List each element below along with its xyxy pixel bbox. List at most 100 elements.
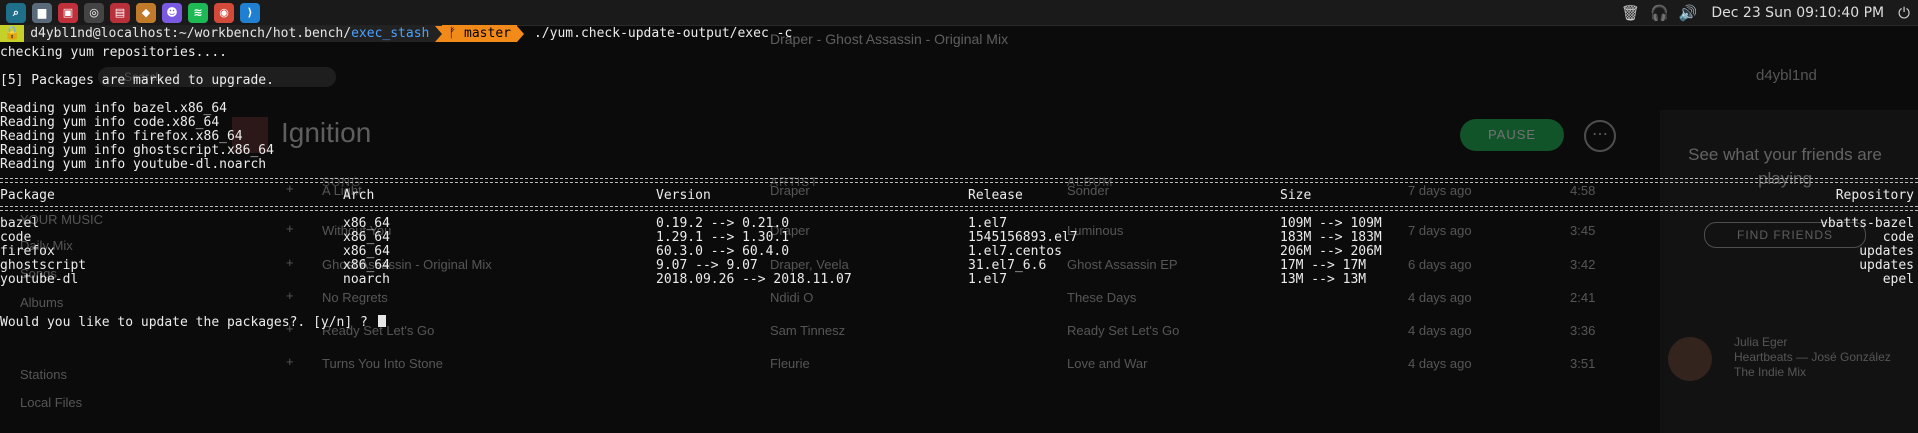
- track-date: 4 days ago: [1408, 323, 1472, 338]
- cell-package: firefox: [0, 244, 55, 259]
- sidebar-item-local-files[interactable]: Local Files: [20, 395, 82, 410]
- cell-arch: x86_64: [343, 258, 390, 273]
- background-music-app: Draper - Ghost Assassin - Original Mix S…: [0, 25, 1918, 433]
- prompt-separator: [435, 25, 443, 42]
- track-artist: Ndidi O: [770, 290, 814, 305]
- pause-button[interactable]: PAUSE: [1460, 119, 1564, 151]
- track-song: No Regrets: [322, 290, 388, 305]
- output-line: Reading yum info bazel.x86_64: [0, 101, 227, 116]
- cell-size: 109M --> 109M: [1280, 216, 1382, 231]
- friend-avatar: [1668, 337, 1712, 381]
- branch-name: master: [464, 26, 511, 41]
- header-release: Release: [968, 188, 1023, 203]
- cell-package: code: [0, 230, 32, 245]
- track-album: Ghost Assassin EP: [1067, 257, 1178, 272]
- output-line: Reading yum info youtube-dl.noarch: [0, 157, 267, 172]
- add-track-icon[interactable]: +: [286, 255, 294, 270]
- cell-version: 0.19.2 --> 0.21.0: [656, 216, 790, 231]
- cell-release: 1.el7: [968, 216, 1008, 231]
- track-row[interactable]: Without You Draper Luminous 7 days ago 3:45 +: [0, 213, 1650, 246]
- prompt-path: d4ybl1nd@localhost:~/workbench/hot.bench…: [24, 25, 436, 42]
- cell-repository: updates: [1859, 244, 1914, 259]
- cell-repository: updates: [1859, 258, 1914, 273]
- friend-track: Heartbeats — José González: [1734, 350, 1891, 364]
- text-cursor: [377, 315, 386, 327]
- taskbar-app-icons: ⌕ ▆ ▣ ◎ ▤ ◆ ☻ ≋ ◉ ⟩: [0, 2, 260, 23]
- volume-icon[interactable]: 🔊: [1679, 4, 1698, 22]
- cell-package: bazel: [0, 216, 40, 231]
- question-text: Would you like to update the packages?. …: [0, 315, 368, 330]
- files-icon[interactable]: ▆: [32, 2, 52, 23]
- track-time: 3:51: [1570, 356, 1596, 371]
- krunner-icon[interactable]: ⌕: [6, 2, 26, 23]
- track-date: 4 days ago: [1408, 356, 1472, 371]
- track-album: Love and War: [1067, 356, 1148, 371]
- output-line: Reading yum info code.x86_64: [0, 115, 220, 130]
- add-track-icon[interactable]: +: [286, 354, 294, 369]
- output-line: checking yum repositories....: [0, 45, 227, 60]
- vscode-icon[interactable]: ⟩: [240, 2, 260, 23]
- more-options-icon[interactable]: ⋯: [1584, 120, 1616, 152]
- prompt-dir: exec_stash: [351, 26, 430, 41]
- separator-mid: [0, 206, 1918, 211]
- track-time: 4:58: [1570, 183, 1596, 198]
- chrome-icon[interactable]: ◉: [214, 2, 234, 23]
- branch-icon: ᚠ: [448, 26, 465, 41]
- track-time: 3:42: [1570, 257, 1596, 272]
- track-album: These Days: [1067, 290, 1137, 305]
- now-playing-title: Draper - Ghost Assassin - Original Mix: [770, 31, 1009, 47]
- friends-text: See what your friends are playing: [1688, 145, 1882, 188]
- track-date: 4 days ago: [1408, 290, 1472, 305]
- cell-arch: x86_64: [343, 216, 390, 231]
- prompt-user: d4ybl1nd@localhost:~/workbench/hot.bench…: [30, 26, 352, 41]
- add-track-icon[interactable]: +: [286, 221, 294, 236]
- clock[interactable]: Dec 23 Sun 09:10:40 PM: [1707, 5, 1888, 21]
- track-album: Sonder: [1067, 183, 1109, 198]
- cell-release: 31.el7_6.6: [968, 258, 1047, 273]
- track-row[interactable]: Turns You Into Stone Fleurie Love and War 4…: [0, 346, 1650, 379]
- cell-version: 60.3.0 --> 60.4.0: [656, 244, 790, 259]
- cell-size: 206M --> 206M: [1280, 244, 1382, 259]
- obs-icon[interactable]: ◎: [84, 2, 104, 23]
- friend-name: Julia Eger: [1734, 335, 1788, 349]
- trash-icon[interactable]: 🗑: [1621, 4, 1640, 22]
- track-date: 7 days ago: [1408, 183, 1472, 198]
- output-line: [5] Packages are marked to upgrade.: [0, 73, 274, 88]
- git-branch: ᚠ master: [442, 25, 517, 42]
- taskbar: ⌕ ▆ ▣ ◎ ▤ ◆ ☻ ≋ ◉ ⟩ 🗑 🎧 🔊 Dec 23 Sun 09:10:40 PM …: [0, 0, 1918, 26]
- cell-arch: x86_64: [343, 230, 390, 245]
- track-artist: Fleurie: [770, 356, 810, 371]
- discord-icon[interactable]: ☻: [162, 2, 182, 23]
- cell-repository: epel: [1882, 272, 1914, 287]
- add-track-icon[interactable]: +: [286, 181, 294, 196]
- system-tray: 🗑 🎧 🔊 Dec 23 Sun 09:10:40 PM ⏻: [1621, 0, 1910, 25]
- cell-size: 183M --> 183M: [1280, 230, 1382, 245]
- headphones-icon[interactable]: 🎧: [1650, 4, 1669, 22]
- notes-icon[interactable]: ▤: [110, 2, 130, 23]
- output-line: Reading yum info firefox.x86_64: [0, 129, 243, 144]
- package-icon[interactable]: ◆: [136, 2, 156, 23]
- add-track-icon[interactable]: +: [286, 288, 294, 303]
- terminal-icon[interactable]: ▣: [58, 2, 78, 23]
- user-name[interactable]: d4ybl1nd: [1756, 67, 1817, 84]
- separator-top: [0, 178, 1918, 183]
- shell-prompt: 🔒 d4ybl1nd@localhost:~/workbench/hot.ben…: [0, 25, 792, 42]
- track-artist: Draper, Veela: [770, 257, 849, 272]
- friend-activity: Julia Eger Heartbeats — José González Th…: [1734, 335, 1891, 380]
- track-song: Turns You Into Stone: [322, 356, 443, 371]
- spotify-icon[interactable]: ≋: [188, 2, 208, 23]
- cell-package: ghostscript: [0, 258, 87, 273]
- cell-release: 1545156893.el7: [968, 230, 1078, 245]
- sidebar-item-stations[interactable]: Stations: [20, 367, 67, 382]
- track-time: 3:45: [1570, 223, 1596, 238]
- cell-repository: vbatts-bazel: [1820, 216, 1914, 231]
- sidebar-item-albums[interactable]: Albums: [20, 295, 63, 310]
- header-package: Package: [0, 188, 55, 203]
- cell-size: 13M --> 13M: [1280, 272, 1367, 287]
- cell-package: youtube-dl: [0, 272, 79, 287]
- update-question[interactable]: Would you like to update the packages?. …: [0, 315, 386, 330]
- lock-icon: 🔒: [0, 25, 25, 42]
- power-icon[interactable]: ⏻: [1898, 4, 1910, 22]
- cell-release: 1.el7: [968, 272, 1008, 287]
- cell-release: 1.el7.centos: [968, 244, 1062, 259]
